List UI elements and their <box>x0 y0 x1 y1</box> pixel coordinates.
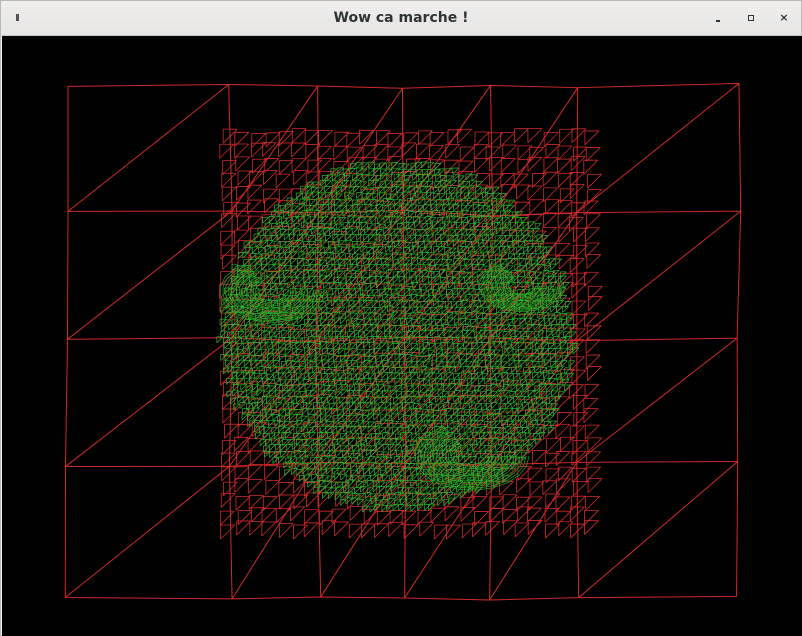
render-viewport[interactable] <box>2 36 802 636</box>
minimize-icon <box>716 20 720 22</box>
title-bar[interactable]: Wow ca marche ! × <box>1 1 801 36</box>
outer-terrain-mesh <box>64 82 742 601</box>
close-button[interactable]: × <box>776 10 792 26</box>
wireframe-scene <box>64 82 742 601</box>
minimize-button[interactable] <box>710 10 726 26</box>
app-window: Wow ca marche ! × <box>0 0 802 636</box>
close-icon: × <box>779 11 789 24</box>
window-title: Wow ca marche ! <box>333 10 469 26</box>
maximize-icon <box>748 15 754 21</box>
maximize-button[interactable] <box>743 10 759 26</box>
